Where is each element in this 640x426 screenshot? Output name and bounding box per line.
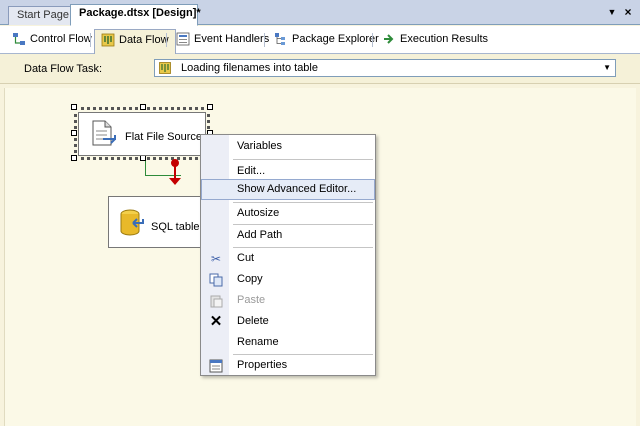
control-flow-icon: [13, 33, 25, 45]
menu-item-label: Properties: [237, 359, 288, 371]
data-flow-task-label: Data Flow Task:: [24, 63, 103, 75]
resize-handle[interactable]: [71, 104, 77, 110]
copy-icon: [209, 273, 223, 287]
menu-separator: [233, 159, 373, 160]
menu-item-label: Variables: [237, 140, 283, 152]
menu-item-label: Edit...: [237, 165, 266, 177]
menu-item-variables[interactable]: Variables: [201, 136, 375, 157]
menu-item-label: Add Path: [237, 229, 283, 241]
tab-separator: [90, 33, 91, 47]
menu-item-cut[interactable]: ✂ Cut: [201, 248, 375, 269]
tab-event-handlers[interactable]: Event Handlers: [170, 29, 275, 51]
tab-start-page-label: Start Page: [17, 9, 69, 21]
tab-event-handlers-label: Event Handlers: [194, 33, 270, 45]
tab-package-explorer[interactable]: Package Explorer: [268, 29, 385, 51]
delete-icon: ✕: [209, 313, 223, 330]
tab-control-flow-label: Control Flow: [30, 33, 92, 45]
menu-item-properties[interactable]: Properties: [201, 355, 375, 376]
tab-execution-results-label: Execution Results: [400, 33, 489, 45]
menu-item-show-advanced-editor[interactable]: Show Advanced Editor...: [201, 179, 375, 200]
flat-file-source[interactable]: Flat File Source: [78, 112, 206, 156]
tab-start-page[interactable]: Start Page: [8, 6, 78, 25]
menu-item-label: Autosize: [237, 207, 280, 219]
execution-results-icon: [384, 34, 394, 44]
event-handlers-icon: [176, 32, 190, 46]
resize-handle[interactable]: [140, 104, 146, 110]
chevron-down-icon[interactable]: ▼: [603, 63, 611, 72]
menu-item-autosize[interactable]: Autosize: [201, 203, 375, 224]
tab-package-explorer-label: Package Explorer: [292, 33, 379, 45]
flat-file-icon: [92, 120, 116, 146]
package-explorer-icon: [275, 33, 285, 45]
tab-data-flow-label: Data Flow: [119, 34, 169, 46]
paste-icon: [210, 295, 223, 308]
data-flow-icon: [101, 33, 115, 47]
success-path-line[interactable]: [145, 160, 146, 176]
database-icon: [120, 209, 144, 236]
menu-item-label: Copy: [237, 273, 263, 285]
menu-item-delete[interactable]: ✕ Delete: [201, 311, 375, 332]
tab-separator: [166, 33, 167, 47]
menu-item-label: Paste: [237, 294, 266, 306]
scissors-icon: ✂: [210, 252, 222, 266]
tab-control-flow[interactable]: Control Flow: [6, 29, 98, 51]
tab-separator: [372, 33, 373, 47]
tab-package-label: Package.dtsx [Design]*: [79, 7, 201, 19]
menu-item-add-path[interactable]: Add Path: [201, 225, 375, 246]
tab-package-design[interactable]: Package.dtsx [Design]*: [70, 4, 201, 26]
tab-execution-results[interactable]: Execution Results: [376, 29, 494, 51]
tab-data-flow[interactable]: Data Flow: [94, 29, 176, 54]
data-flow-task-value: Loading filenames into table: [181, 62, 318, 74]
tab-list-dropdown-icon[interactable]: ▼: [606, 7, 618, 19]
error-path-arrow-icon[interactable]: [169, 178, 181, 185]
document-tab-bar: Start Page Package.dtsx [Design]* ▼ ×: [0, 0, 640, 26]
properties-icon: [209, 359, 223, 373]
menu-item-label: Show Advanced Editor...: [237, 183, 357, 195]
menu-item-rename[interactable]: Rename: [201, 332, 375, 353]
menu-item-label: Cut: [237, 252, 255, 264]
resize-handle[interactable]: [207, 104, 213, 110]
resize-handle[interactable]: [71, 130, 77, 136]
menu-item-copy[interactable]: Copy: [201, 269, 375, 290]
flat-file-source-label: Flat File Source: [125, 131, 203, 143]
error-path-anchor[interactable]: [171, 159, 179, 167]
tab-separator: [264, 33, 265, 47]
sql-table-destination[interactable]: SQL table w: [108, 196, 211, 248]
menu-item-paste[interactable]: Paste: [201, 290, 375, 311]
menu-item-label: Rename: [237, 336, 279, 348]
data-flow-task-select[interactable]: Loading filenames into table ▼: [154, 59, 616, 77]
close-icon[interactable]: ×: [622, 5, 634, 19]
context-menu: Variables Edit... Show Advanced Editor..…: [200, 134, 376, 376]
menu-item-label: Delete: [237, 315, 269, 327]
data-flow-task-icon: [159, 62, 171, 74]
resize-handle[interactable]: [71, 155, 77, 161]
designer-tab-bar: Control Flow Data Flow Event Handlers Pa…: [0, 26, 640, 54]
